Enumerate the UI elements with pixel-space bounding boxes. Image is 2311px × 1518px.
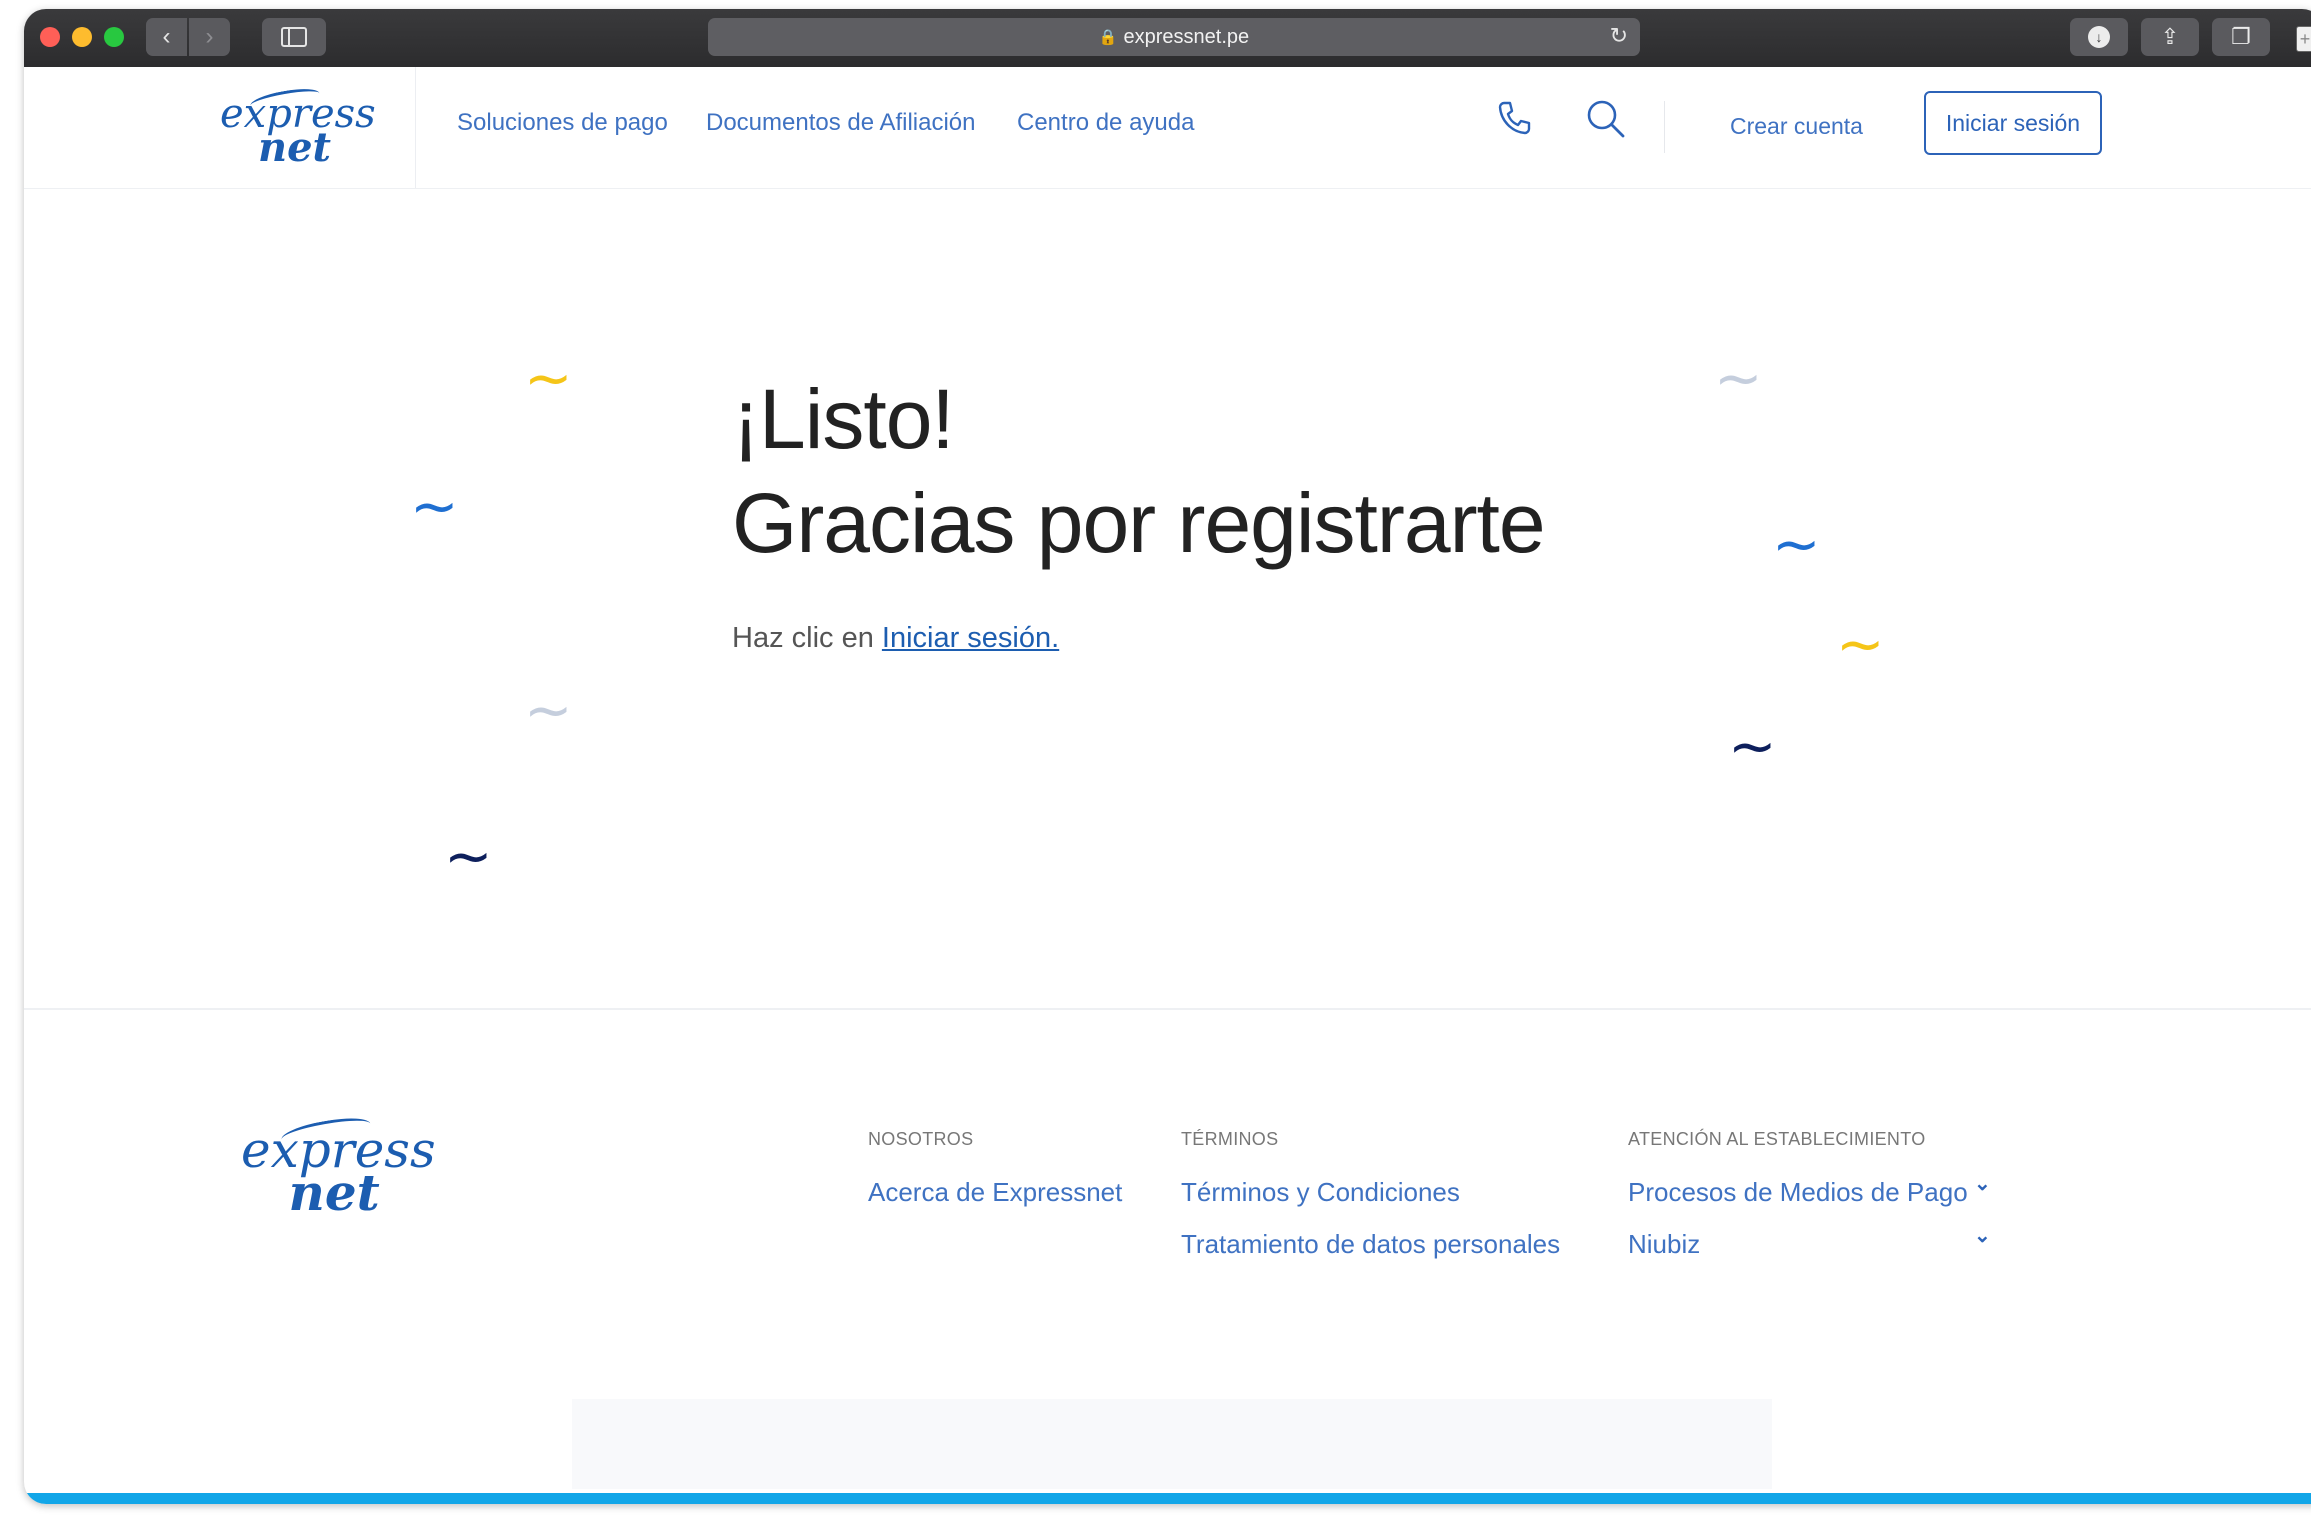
chevron-left-icon: ‹ bbox=[162, 23, 171, 50]
hero-subtitle-text: Haz clic en bbox=[732, 622, 882, 654]
chevron-down-icon[interactable]: ⌄ bbox=[1974, 1223, 1991, 1248]
decor-tilde-blue: ~ bbox=[410, 472, 459, 540]
hero-subtitle: Haz clic en Iniciar sesión. bbox=[732, 622, 1059, 655]
login-button[interactable]: Iniciar sesión bbox=[1924, 91, 2102, 155]
footer-heading-atencion: ATENCIÓN AL ESTABLECIMIENTO bbox=[1628, 1129, 1926, 1149]
lock-icon: 🔒 bbox=[1098, 29, 1118, 46]
share-icon: ⇪ bbox=[2160, 24, 2180, 49]
footer-heading-nosotros: NOSOTROS bbox=[868, 1129, 974, 1149]
reload-icon[interactable]: ↻ bbox=[1610, 23, 1628, 49]
back-button[interactable]: ‹ bbox=[146, 18, 187, 56]
decor-tilde-yellow: ~ bbox=[524, 344, 573, 412]
close-window-button[interactable] bbox=[40, 27, 60, 47]
bottom-accent-stripe bbox=[24, 1493, 2311, 1504]
decor-tilde-navy: ~ bbox=[444, 822, 493, 890]
chevron-right-icon: › bbox=[205, 23, 214, 50]
footer-heading-terminos: TÉRMINOS bbox=[1181, 1129, 1279, 1149]
footer-expressnet-logo[interactable]: express net bbox=[241, 1113, 436, 1217]
hero-title-line1: ¡Listo! bbox=[732, 372, 955, 466]
footer-link-terminos[interactable]: Términos y Condiciones bbox=[1181, 1177, 1460, 1208]
nav-documentos-de-afiliacion[interactable]: Documentos de Afiliación bbox=[706, 109, 975, 137]
chevron-down-icon[interactable]: ⌄ bbox=[1974, 1171, 1991, 1196]
download-icon: ↓ bbox=[2088, 26, 2110, 48]
zoom-window-button[interactable] bbox=[104, 27, 124, 47]
header-divider bbox=[415, 67, 416, 188]
share-button[interactable]: ⇪ bbox=[2141, 18, 2199, 56]
history-nav: ‹ › bbox=[146, 18, 230, 56]
hero-title-line2: Gracias por registrarte bbox=[732, 476, 1546, 570]
footer-link-procesos-medios-pago[interactable]: Procesos de Medios de Pago bbox=[1628, 1177, 1968, 1208]
nav-centro-de-ayuda[interactable]: Centro de ayuda bbox=[1017, 109, 1194, 137]
url-text: expressnet.pe bbox=[1123, 25, 1250, 48]
decor-tilde-grey: ~ bbox=[1714, 344, 1763, 412]
decor-tilde-yellow: ~ bbox=[1836, 610, 1885, 678]
section-divider bbox=[24, 1008, 2311, 1010]
search-icon[interactable] bbox=[1584, 97, 1628, 146]
phone-icon[interactable] bbox=[1494, 97, 1534, 142]
site-header: express net Soluciones de pago Documento… bbox=[24, 67, 2311, 189]
footer-link-niubiz[interactable]: Niubiz bbox=[1628, 1229, 1700, 1260]
create-account-link[interactable]: Crear cuenta bbox=[1730, 113, 1863, 140]
decor-tilde-navy: ~ bbox=[1728, 712, 1777, 780]
tabs-icon: ❐ bbox=[2231, 24, 2251, 49]
tab-overview-button[interactable]: ❐ bbox=[2212, 18, 2270, 56]
sidebar-toggle-button[interactable] bbox=[262, 18, 326, 56]
browser-toolbar: ‹ › 🔒 expressnet.pe ↻ ↓ ⇪ ❐ bbox=[24, 9, 2311, 67]
decor-tilde-blue: ~ bbox=[1772, 510, 1821, 578]
forward-button[interactable]: › bbox=[189, 18, 230, 56]
new-tab-button[interactable]: + bbox=[2296, 26, 2311, 52]
browser-window: ‹ › 🔒 expressnet.pe ↻ ↓ ⇪ ❐ express net … bbox=[24, 9, 2311, 1504]
minimize-window-button[interactable] bbox=[72, 27, 92, 47]
expressnet-logo[interactable]: express net bbox=[220, 85, 376, 168]
header-separator bbox=[1664, 101, 1665, 153]
hero-title: ¡Listo! Gracias por registrarte bbox=[732, 367, 1546, 575]
sidebar-icon bbox=[281, 27, 307, 47]
footer-link-acerca[interactable]: Acerca de Expressnet bbox=[868, 1177, 1122, 1208]
address-bar[interactable]: 🔒 expressnet.pe ↻ bbox=[708, 18, 1640, 56]
hero-login-link[interactable]: Iniciar sesión. bbox=[882, 622, 1059, 654]
nav-soluciones-de-pago[interactable]: Soluciones de pago bbox=[457, 109, 668, 137]
downloads-button[interactable]: ↓ bbox=[2070, 18, 2128, 56]
footer-link-datos-personales[interactable]: Tratamiento de datos personales bbox=[1181, 1229, 1560, 1260]
footer-sub-bar bbox=[572, 1399, 1772, 1489]
decor-tilde-grey: ~ bbox=[524, 676, 573, 744]
